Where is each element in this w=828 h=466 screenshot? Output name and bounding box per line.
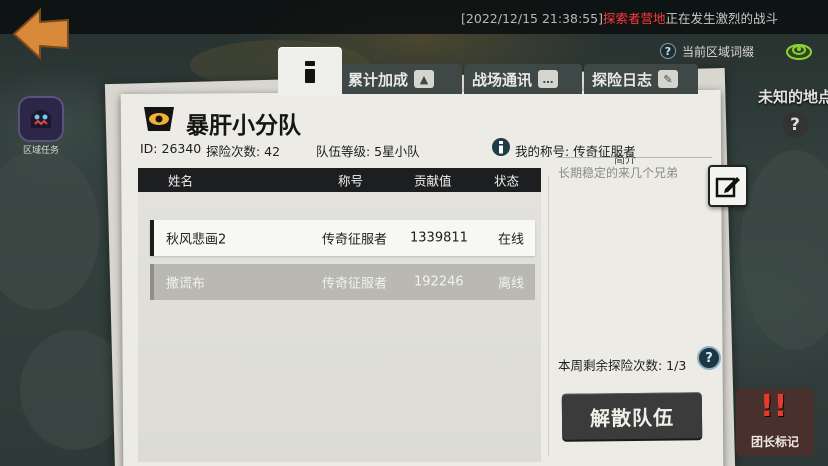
eye-icon: [144, 107, 174, 131]
tab-accumulate-label: 累计加成: [348, 70, 409, 89]
member-title: 传奇征服者: [322, 232, 388, 248]
region-glossary[interactable]: ? 当前区域词缀: [660, 40, 754, 62]
edit-log-icon: ✎: [658, 70, 679, 88]
member-name: 撒谎布: [166, 276, 206, 292]
member-name: 秋风悲画2: [166, 232, 227, 248]
member-table-header: 姓名 称号 贡献值 状态: [138, 168, 541, 192]
broadcast-place: 探索者营地: [602, 11, 666, 26]
tab-accumulate[interactable]: 累计加成 ▲: [340, 64, 462, 94]
back-arrow-icon: [12, 7, 69, 61]
leader-mark-label: 团长标记: [750, 435, 799, 449]
col-header-status: 状态: [494, 173, 520, 189]
question-icon: ?: [660, 43, 676, 59]
team-level: 队伍等级: 5星小队: [316, 144, 420, 159]
chat-icon: …: [538, 70, 559, 88]
terrain-blob: [0, 150, 100, 310]
edit-pencil-icon: [715, 177, 740, 198]
member-contribution: 192246: [414, 274, 464, 290]
weekly-remaining-count: 本周剩余探险次数: 1/3: [558, 358, 687, 373]
broadcast-text: 正在发生激烈的战斗: [665, 11, 778, 26]
info-badge-icon: [492, 138, 510, 156]
col-header-name: 姓名: [168, 173, 194, 189]
column-divider: [548, 176, 549, 456]
team-id: ID: 26340: [140, 141, 202, 156]
intro-text: 长期稳定的来几个兄弟: [558, 166, 679, 180]
edit-intro-button[interactable]: [708, 165, 748, 207]
monster-badge-icon: [18, 96, 64, 142]
back-button[interactable]: [10, 6, 72, 62]
region-task-label: 区域任务: [22, 146, 59, 156]
region-glossary-label: 当前区域词缀: [682, 44, 755, 59]
member-status: 在线: [498, 232, 525, 248]
col-header-contribution: 贡献值: [414, 173, 452, 189]
table-row[interactable]: 撒谎布 传奇征服者 192246 离线: [150, 264, 535, 300]
tab-battle-report-label: 战场通讯: [472, 70, 533, 89]
team-name: 暴肝小分队: [186, 113, 301, 139]
tab-explore-log-label: 探险日志: [592, 70, 653, 89]
table-row[interactable]: 秋风悲画2 传奇征服者 1339811 在线: [150, 220, 535, 256]
member-status: 离线: [498, 276, 525, 292]
leader-mark-button[interactable]: !! 团长标记: [736, 388, 814, 456]
unknown-location-icon[interactable]: ?: [782, 112, 808, 138]
unknown-location-label: 未知的地点: [758, 88, 828, 106]
tab-explore-log[interactable]: 探险日志 ✎: [584, 64, 698, 94]
weekly-help-button[interactable]: ?: [697, 346, 721, 370]
tab-team-info[interactable]: [278, 48, 342, 96]
team-explore-count: 探险次数: 42: [206, 144, 281, 159]
member-contribution: 1339811: [410, 230, 468, 246]
broadcast-time: [2022/12/15 21:38:55]: [461, 11, 603, 26]
broadcast-bar: [2022/12/15 21:38:55]探索者营地正在发生激烈的战斗: [0, 0, 828, 34]
info-icon: [305, 61, 315, 83]
region-task-button[interactable]: 区域任务: [16, 96, 66, 156]
tab-accumulate-icon: ▲: [414, 70, 435, 88]
tab-battle-report[interactable]: 战场通讯 …: [464, 64, 582, 94]
radar-icon[interactable]: [786, 38, 812, 60]
disband-team-button[interactable]: 解散队伍: [561, 392, 703, 440]
broadcast-message: [2022/12/15 21:38:55]探索者营地正在发生激烈的战斗: [461, 8, 778, 27]
member-title: 传奇征服者: [322, 276, 388, 292]
col-header-title: 称号: [338, 173, 364, 189]
exclamation-icon: !!: [760, 389, 788, 424]
question-icon: ?: [705, 350, 713, 366]
terrain-blob: [740, 150, 828, 350]
